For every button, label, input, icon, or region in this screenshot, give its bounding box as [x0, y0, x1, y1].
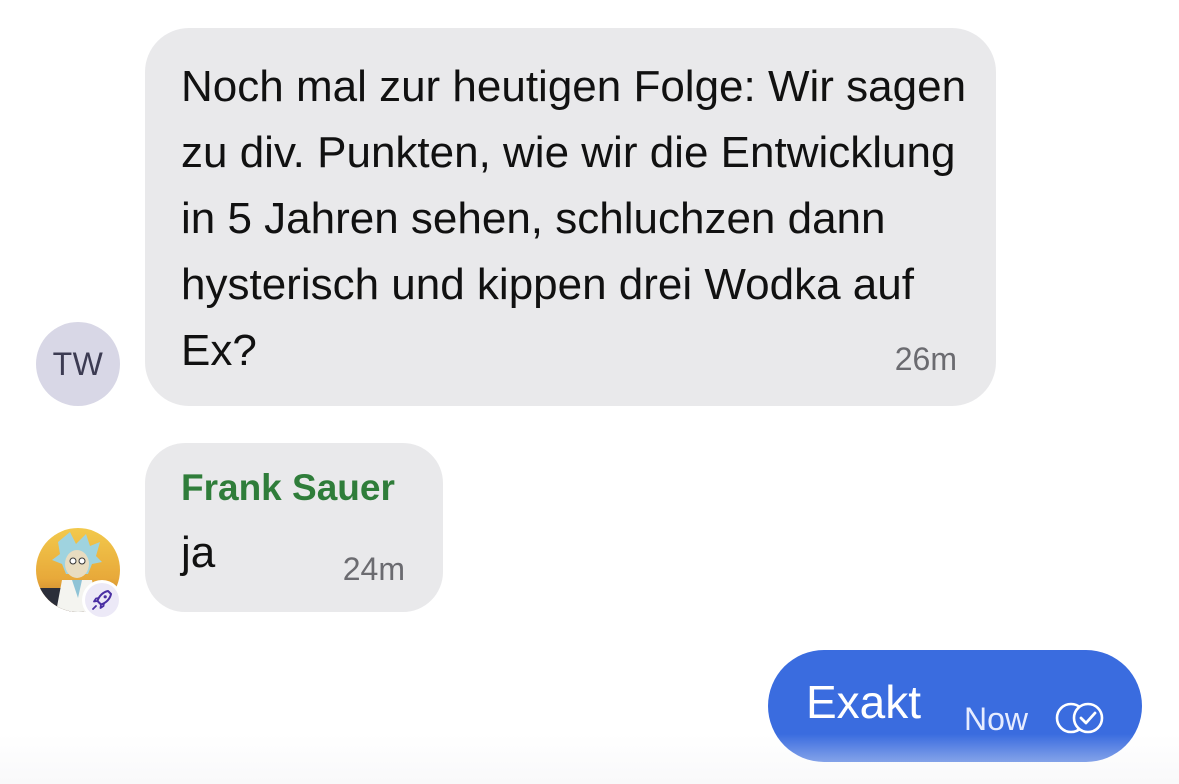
read-check-icon — [1055, 702, 1104, 734]
message-timestamp: 26m — [894, 341, 957, 377]
rocket-icon — [92, 590, 112, 610]
message-bubble-outgoing[interactable]: Exakt Now — [768, 650, 1142, 762]
message-bubble-incoming[interactable]: Frank Sauer ja 24m — [145, 443, 443, 612]
message-timestamp: Now — [964, 701, 1029, 737]
message-text: Noch mal zur heutigen Folge: Wir sagen z… — [181, 62, 967, 375]
message-text: ja — [181, 528, 216, 577]
chat-thread: TW Noch mal zur heutigen Folge: Wir sage… — [0, 0, 1179, 784]
message-bubble-incoming[interactable]: Noch mal zur heutigen Folge: Wir sagen z… — [145, 28, 996, 406]
message-text: Exakt — [806, 676, 922, 728]
avatar-initials-text: TW — [52, 345, 104, 382]
avatar-tw[interactable]: TW — [36, 322, 120, 406]
message-timestamp: 24m — [342, 551, 405, 587]
avatar-badge — [82, 580, 122, 620]
sender-name[interactable]: Frank Sauer — [181, 467, 395, 509]
